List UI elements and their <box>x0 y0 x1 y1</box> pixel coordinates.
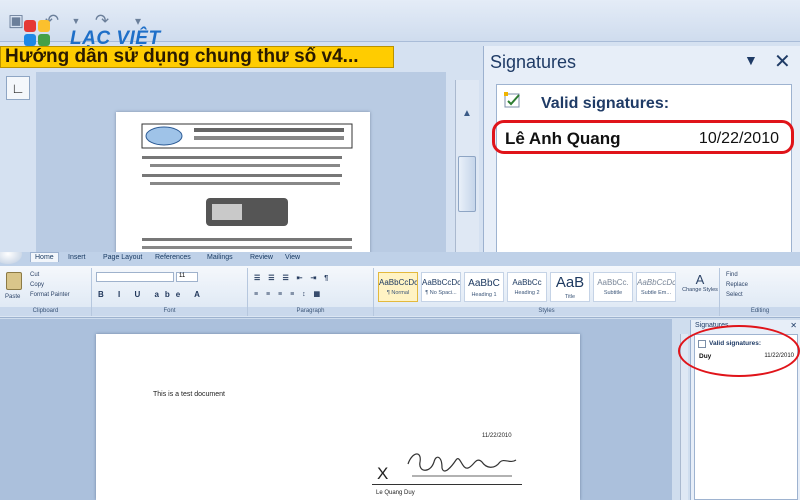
document-body-text: This is a test document <box>153 391 225 398</box>
scroll-thumb[interactable] <box>458 156 476 212</box>
style-name: Subtitle <box>603 290 623 296</box>
style-sample: AaBbCc <box>512 278 542 287</box>
close-icon[interactable]: ✕ <box>774 49 791 74</box>
tab-home[interactable]: Home <box>30 252 59 262</box>
document-title: Hướng dẫn sử dụng chung thư số v4... <box>0 46 394 68</box>
style-heading-2[interactable]: AaBbCc Heading 2 <box>507 272 547 302</box>
cut-button[interactable]: Cut <box>30 272 39 278</box>
style-sample: AaBbCcDc <box>422 278 460 287</box>
style-sample: AaBbCc. <box>597 278 629 287</box>
style-sample: AaBbCcDc <box>637 278 675 287</box>
style-heading-1[interactable]: AaBbC Heading 1 <box>464 272 504 302</box>
highlight-annotation <box>678 325 800 377</box>
pane-options-icon[interactable]: ▼ <box>744 52 758 68</box>
style-sample: AaBbCcDc <box>379 278 417 287</box>
style-name: ¶ Normal <box>386 290 410 296</box>
paste-button[interactable]: Paste <box>5 294 20 300</box>
font-name-box[interactable] <box>96 272 174 282</box>
style-subtle-emphasis[interactable]: AaBbCcDc Subtle Em... <box>636 272 676 302</box>
alignment-buttons[interactable]: ≡ ≡ ≡ ≡ ↕ ▦ <box>254 290 323 298</box>
tab-mailings[interactable]: Mailings <box>207 254 233 261</box>
tab-page-layout[interactable]: Page Layout <box>103 254 142 261</box>
zoomed-word-window: ▣ ↶ ▼ ↷ ▾ LẠC VIỆT Hướng dẫn sử dụng chu… <box>0 0 800 258</box>
signatures-pane-title: Signatures <box>490 52 577 72</box>
style-sample: AaB <box>555 274 585 291</box>
style-name: ¶ No Spaci... <box>425 290 457 296</box>
font-group: 11 B I U abe A Font <box>92 268 248 316</box>
signatures-pane-header: Signatures ▼ ✕ <box>484 46 800 78</box>
find-button[interactable]: Find <box>726 272 738 278</box>
format-painter-button[interactable]: Format Painter <box>30 292 70 298</box>
paragraph-group-label: Paragraph <box>248 307 373 316</box>
style-sample: AaBbC <box>468 278 500 289</box>
scroll-up-icon[interactable]: ▲ <box>458 108 476 120</box>
signature-line <box>372 484 522 485</box>
style-no-spacing[interactable]: AaBbCcDc ¶ No Spaci... <box>421 272 461 302</box>
style-name: Subtle Em... <box>641 290 671 296</box>
clipboard-group-label: Clipboard <box>0 307 91 316</box>
editing-group: Find Replace Select Editing <box>720 268 800 316</box>
tab-view[interactable]: View <box>285 254 300 261</box>
tab-references[interactable]: References <box>155 254 191 261</box>
tab-selector-icon[interactable]: ∟ <box>6 76 30 100</box>
styles-group-label: Styles <box>374 307 719 316</box>
valid-signature-icon <box>504 92 520 108</box>
office-button-icon[interactable] <box>0 252 22 264</box>
signer-line-name: Le Quang Duy <box>376 490 415 496</box>
change-styles-icon: A <box>695 272 705 287</box>
font-size-box[interactable]: 11 <box>176 272 198 282</box>
document-page[interactable]: This is a test document 11/22/2010 X Le … <box>96 334 580 500</box>
close-icon[interactable]: ✕ <box>790 321 797 330</box>
style-subtitle[interactable]: AaBbCc. Subtitle <box>593 272 633 302</box>
select-button[interactable]: Select <box>726 292 743 298</box>
tab-review[interactable]: Review <box>250 254 273 261</box>
copy-button[interactable]: Copy <box>30 282 44 288</box>
document-date: 11/22/2010 <box>482 433 512 439</box>
signature-x-mark: X <box>377 464 389 483</box>
editing-group-label: Editing <box>720 307 800 316</box>
ribbon: Paste Cut Copy Format Painter Clipboard … <box>0 266 800 318</box>
ribbon-tabs: Home Insert Page Layout References Maili… <box>0 252 800 266</box>
vertical-scrollbar[interactable]: ▲ <box>455 80 479 258</box>
style-name: Heading 1 <box>471 292 497 298</box>
paste-icon[interactable] <box>6 272 22 290</box>
replace-button[interactable]: Replace <box>726 282 748 288</box>
change-styles-label: Change Styles <box>682 287 718 293</box>
list-buttons[interactable]: ☰ ☰ ☰ ⇤ ⇥ ¶ <box>254 274 331 282</box>
font-format-buttons[interactable]: B I U abe A <box>98 290 206 299</box>
style-name: Title <box>564 294 576 300</box>
tab-insert[interactable]: Insert <box>68 254 86 261</box>
style-name: Heading 2 <box>514 290 540 296</box>
document-page-thumbnail <box>116 112 370 258</box>
styles-group: AaBbCcDc ¶ Normal AaBbCcDc ¶ No Spaci...… <box>374 268 720 316</box>
style-normal[interactable]: AaBbCcDc ¶ Normal <box>378 272 418 302</box>
style-title[interactable]: AaB Title <box>550 272 590 302</box>
paragraph-group: ☰ ☰ ☰ ⇤ ⇥ ¶ ≡ ≡ ≡ ≡ ↕ ▦ Paragraph <box>248 268 374 316</box>
handwritten-signature <box>407 453 517 477</box>
change-styles-button[interactable]: A Change Styles <box>682 272 718 306</box>
valid-signatures-heading: Valid signatures: <box>541 95 670 112</box>
clipboard-group: Paste Cut Copy Format Painter Clipboard <box>0 268 92 316</box>
signatures-list: Valid signatures: Lê Anh Quang 10/22/201… <box>496 84 792 258</box>
font-group-label: Font <box>92 307 247 316</box>
highlight-annotation <box>492 120 794 154</box>
